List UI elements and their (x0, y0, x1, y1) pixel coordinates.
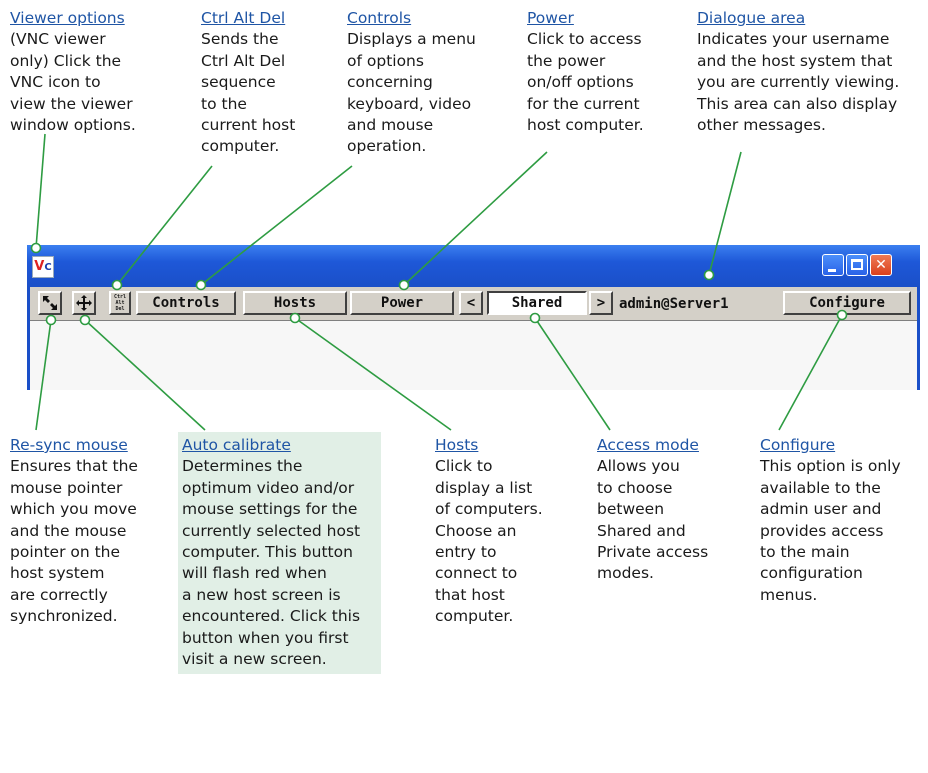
callout-text: This option is only available to the admin… (760, 457, 901, 604)
callout-title: Hosts (435, 436, 479, 454)
resync-mouse-icon (43, 296, 57, 310)
callout-title: Viewer options (10, 9, 125, 27)
ctrl-alt-del-button[interactable]: Ctrl Alt Del (109, 291, 131, 315)
callout-text: Allows you to choose between Shared and Priv… (597, 457, 709, 583)
power-button[interactable]: Power (350, 291, 454, 315)
close-button[interactable]: ✕ (870, 254, 892, 276)
callout-text: Click to display a list of computers. Choos… (435, 457, 543, 626)
callout-viewer-options: Viewer options (VNC viewer only) Click th… (10, 8, 170, 136)
auto-calibrate-button[interactable] (72, 291, 96, 315)
callout-configure: Configure This option is only available t… (760, 435, 925, 606)
callout-power: Power Click to access the power on/off opt… (527, 8, 677, 136)
callout-auto-calibrate: Auto calibrate Determines the optimum vid… (178, 432, 381, 675)
previous-mode-button[interactable]: < (459, 291, 483, 315)
callout-resync-mouse: Re-sync mouse Ensures that the mouse poin… (10, 435, 170, 628)
callout-text: (VNC viewer only) Click the VNC icon to vie… (10, 30, 136, 135)
resync-mouse-button[interactable] (38, 291, 62, 315)
callout-text: Ensures that the mouse pointer which you m… (10, 457, 138, 626)
callout-title: Access mode (597, 436, 699, 454)
callout-title: Re-sync mouse (10, 436, 128, 454)
callout-text: Sends the Ctrl Alt Del sequence to the curre… (201, 30, 296, 156)
callout-title: Auto calibrate (182, 436, 291, 454)
host-screen-area[interactable] (27, 321, 920, 390)
controls-button[interactable]: Controls (136, 291, 236, 315)
callout-hosts: Hosts Click to display a list of computers… (435, 435, 565, 628)
callout-title: Ctrl Alt Del (201, 9, 286, 27)
callout-controls: Controls Displays a menu of options concer… (347, 8, 507, 158)
hosts-button[interactable]: Hosts (243, 291, 347, 315)
callout-title: Power (527, 9, 574, 27)
vnc-logo-icon[interactable]: VC (32, 256, 54, 278)
callout-title: Dialogue area (697, 9, 806, 27)
callout-dialogue-area: Dialogue area Indicates your username and… (697, 8, 927, 136)
configure-button[interactable]: Configure (783, 291, 911, 315)
callout-text: Determines the optimum video and/or mouse … (182, 457, 361, 669)
title-bar: VC ✕ (27, 245, 920, 287)
callout-text: Click to access the power on/off options fo… (527, 30, 644, 135)
callout-title: Controls (347, 9, 412, 27)
callout-text: Displays a menu of options concerning keybo… (347, 30, 476, 156)
next-mode-button[interactable]: > (589, 291, 613, 315)
callout-ctrl-alt-del: Ctrl Alt Del Sends the Ctrl Alt Del sequen… (201, 8, 331, 158)
toolbar: Ctrl Alt Del Controls Hosts Power < Shar… (27, 287, 920, 321)
move-arrows-icon (76, 295, 92, 311)
vnc-viewer-window: VC ✕ Ctrl Alt Del Controls Hosts Power <… (27, 245, 920, 390)
callout-title: Configure (760, 436, 836, 454)
dialogue-area: admin@Server1 (619, 296, 729, 312)
callout-access-mode: Access mode Allows you to choose between Sh… (597, 435, 737, 585)
access-mode-display[interactable]: Shared (487, 291, 587, 315)
minimize-button[interactable] (822, 254, 844, 276)
maximize-button[interactable] (846, 254, 868, 276)
callout-text: Indicates your username and the host syst… (697, 30, 900, 135)
